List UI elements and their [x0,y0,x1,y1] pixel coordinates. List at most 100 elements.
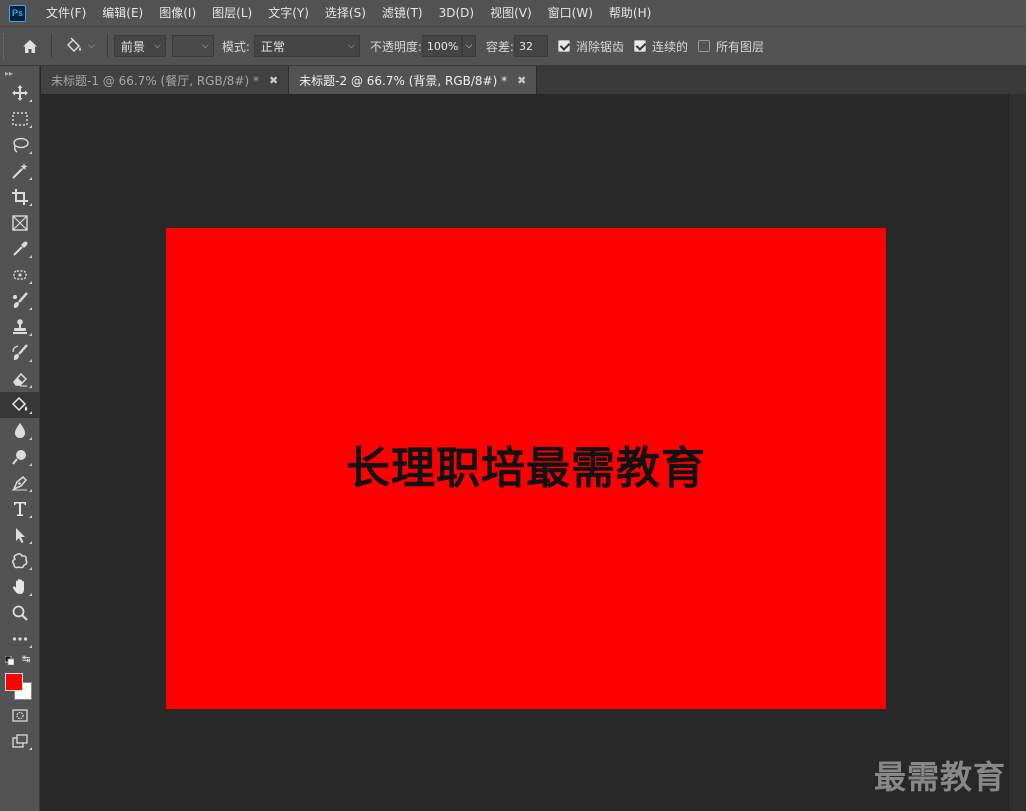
history-brush-tool[interactable] [0,340,40,366]
blur-icon [14,423,26,438]
contiguous-checkbox[interactable]: 连续的 [633,38,688,55]
marquee-tool[interactable] [0,106,40,132]
all-layers-checkbox[interactable]: 所有图层 [698,38,764,55]
flyout-indicator-icon [29,541,32,544]
tab-label: 未标题-2 @ 66.7% (背景, RGB/8#) * [299,73,508,88]
custom-shape-tool[interactable] [0,548,40,574]
fill-source-select[interactable]: 前景 ⌵ [113,35,166,57]
flyout-indicator-icon [29,489,32,492]
menu-bar: Ps 文件(F) 编辑(E) 图像(I) 图层(L) 文字(Y) 选择(S) 滤… [0,0,1026,26]
type-tool[interactable] [0,496,40,522]
custom-shape-icon [11,552,28,569]
crop-icon [12,189,28,205]
brush-tool[interactable] [0,288,40,314]
dodge-tool[interactable] [0,444,40,470]
menu-type[interactable]: 文字(Y) [260,0,317,26]
flyout-indicator-icon [29,385,32,388]
zoom-tool[interactable] [0,600,40,626]
more-tools-icon [12,637,28,641]
menu-3d[interactable]: 3D(D) [431,0,482,26]
pattern-picker[interactable]: ⌵ [171,35,214,57]
lasso-tool[interactable] [0,132,40,158]
options-grip[interactable] [3,33,7,59]
move-icon [12,85,28,101]
paint-bucket-icon [67,37,81,52]
fill-source-value: 前景 [120,39,145,54]
opacity-input[interactable]: 100% [421,35,462,57]
document-canvas[interactable]: 长理职培最需教育 [166,228,886,709]
flyout-indicator-icon [29,359,32,362]
flyout-indicator-icon [29,645,32,648]
dodge-icon [12,450,26,465]
flyout-indicator-icon [29,747,32,750]
tolerance-input[interactable]: 32 [513,35,548,57]
tool-preset-picker[interactable]: ⌵ [58,37,101,55]
menu-select[interactable]: 选择(S) [317,0,374,26]
hand-icon [12,579,24,594]
toolbox-collapse-icon[interactable]: ▸▸ [0,66,39,80]
photoshop-logo-icon[interactable]: Ps [9,4,26,22]
close-icon[interactable]: ✖ [269,74,278,87]
move-tool[interactable] [0,80,40,106]
flyout-indicator-icon [29,307,32,310]
toolbox: ▸▸ ↹ [0,66,40,811]
hand-tool[interactable] [0,574,40,600]
flyout-indicator-icon [29,593,32,596]
menu-view[interactable]: 视图(V) [482,0,540,26]
quick-mask-button[interactable] [0,702,40,728]
menu-image[interactable]: 图像(I) [151,0,204,26]
menu-layer[interactable]: 图层(L) [204,0,260,26]
menu-help[interactable]: 帮助(H) [601,0,659,26]
quick-mask-icon [12,709,28,722]
color-swatches: ↹ [0,652,40,700]
screen-mode-button[interactable] [0,728,40,754]
chevron-down-icon: ⌵ [348,41,355,51]
mode-select[interactable]: 正常 ⌵ [253,35,360,57]
antialias-checkbox[interactable]: 消除锯齿 [557,38,624,55]
magic-wand-tool[interactable] [0,158,40,184]
menu-filter[interactable]: 滤镜(T) [374,0,431,26]
foreground-color-swatch[interactable] [5,673,23,691]
blur-tool[interactable] [0,418,40,444]
tab-document-1[interactable]: 未标题-1 @ 66.7% (餐厅, RGB/8#) * ✖ [41,66,290,94]
watermark: 最需教育 [874,758,1007,796]
flyout-indicator-icon [29,463,32,466]
flyout-indicator-icon [29,151,32,154]
eyedropper-tool[interactable] [0,236,40,262]
eraser-icon [13,372,28,387]
flyout-indicator-icon [29,333,32,336]
flyout-indicator-icon [29,99,32,102]
separator [106,34,108,58]
swap-colors-icon[interactable]: ↹ [22,654,30,665]
crop-tool[interactable] [0,184,40,210]
document-tab-bar: 未标题-1 @ 66.7% (餐厅, RGB/8#) * ✖ 未标题-2 @ 6… [41,66,1026,94]
tab-label: 未标题-1 @ 66.7% (餐厅, RGB/8#) * [51,73,259,88]
paint-bucket-tool[interactable] [0,392,40,418]
home-button[interactable] [15,31,45,61]
chevron-down-icon: ⌵ [88,41,95,51]
menu-window[interactable]: 窗口(W) [540,0,601,26]
opacity-dropdown-button[interactable]: ⌵ [461,35,476,57]
marquee-icon [12,112,28,126]
options-bar: ⌵ 前景 ⌵ ⌵ 模式: 正常 ⌵ 不透明度: 100% ⌵ 容差: 32 消除… [0,26,1026,66]
magic-wand-icon [12,163,28,179]
tab-document-2[interactable]: 未标题-2 @ 66.7% (背景, RGB/8#) * ✖ [289,66,538,94]
flyout-indicator-icon [29,567,32,570]
close-icon[interactable]: ✖ [517,74,526,87]
checkbox-checked-icon [633,40,646,52]
path-selection-tool[interactable] [0,522,40,548]
checkbox-checked-icon [557,40,570,52]
menu-edit[interactable]: 编辑(E) [94,0,151,26]
pen-tool[interactable] [0,470,40,496]
frame-tool[interactable] [0,210,40,236]
menu-file[interactable]: 文件(F) [38,0,94,26]
pen-icon [12,475,28,491]
more-tools-button[interactable] [0,626,40,652]
default-colors-icon[interactable] [5,656,14,665]
eraser-tool[interactable] [0,366,40,392]
clone-stamp-tool[interactable] [0,314,40,340]
vertical-scrollbar[interactable] [1008,94,1026,811]
tolerance-label: 容差: [485,39,514,54]
flyout-indicator-icon [29,255,32,258]
healing-brush-tool[interactable] [0,262,40,288]
